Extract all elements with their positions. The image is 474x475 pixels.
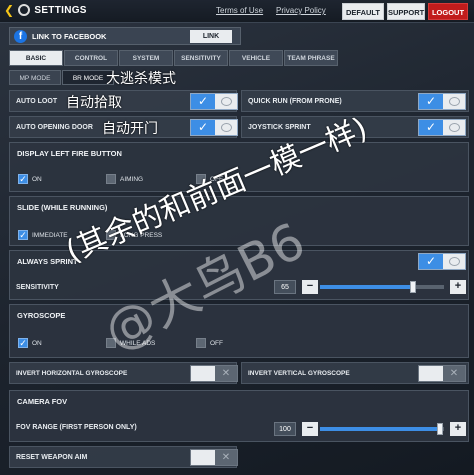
gyroscope-section: GYROSCOPE ✓ ON WHILE ADS OFF [9,304,469,358]
toggle-track [419,366,443,381]
gyro-option-on[interactable]: ✓ ON [18,338,42,348]
top-bar: ❮ SETTINGS Terms of Use Privacy Policy D… [0,0,474,23]
auto-door-toggle[interactable]: ✓ [190,119,238,136]
left-fire-option-on[interactable]: ✓ ON [18,174,42,184]
auto-loot-toggle[interactable]: ✓ [190,93,238,110]
sensitivity-plus-button[interactable]: + [450,280,466,294]
invert-horizontal-toggle[interactable]: ✕ [190,365,238,382]
facebook-icon: f [14,30,27,43]
toggle-track [191,366,215,381]
tab-team-phrase[interactable]: TEAM PHRASE [284,50,338,66]
logout-button[interactable]: LOGOUT [428,3,468,20]
always-sprint-title: ALWAYS SPRINT [17,257,78,266]
joystick-sprint-toggle[interactable]: ✓ [418,119,466,136]
mode-subtabs: MP MODE BR MODE [9,70,115,85]
sensitivity-slider[interactable]: 65 − + [274,280,466,294]
check-icon: ✓ [191,94,215,109]
check-icon: ✓ [18,338,28,348]
reset-weapon-aim-row: RESET WEAPON AIM ✕ [9,446,238,468]
support-button[interactable]: SUPPORT [387,3,425,20]
check-icon: ✓ [419,94,443,109]
sensitivity-label: SENSITIVITY [16,284,59,291]
default-button[interactable]: DEFAULT [342,3,384,20]
close-icon: ✕ [443,366,465,381]
sensitivity-thumb[interactable] [410,281,416,293]
toggle-track [191,450,215,465]
auto-door-label: AUTO OPENING DOOR [16,124,93,131]
fov-track[interactable] [320,423,444,435]
camera-fov-title: CAMERA FOV [17,397,68,406]
slide-title: SLIDE (WHILE RUNNING) [17,203,108,212]
quick-run-toggle[interactable]: ✓ [418,93,466,110]
check-icon: ✓ [18,230,28,240]
fov-plus-button[interactable]: + [450,422,466,436]
quick-run-label: QUICK RUN (FROM PRONE) [248,98,342,105]
settings-title[interactable]: ❮ SETTINGS [4,4,87,16]
fov-minus-button[interactable]: − [302,422,318,436]
toggle-knob [215,94,237,109]
settings-title-label: SETTINGS [34,4,87,16]
invert-horizontal-label: INVERT HORIZONTAL GYROSCOPE [16,370,128,377]
fov-fill [320,427,441,431]
tab-system[interactable]: SYSTEM [119,50,173,66]
invert-vertical-toggle[interactable]: ✕ [418,365,466,382]
reset-weapon-aim-toggle[interactable]: ✕ [190,449,238,466]
check-icon: ✓ [191,120,215,135]
auto-loot-row: AUTO LOOT ✓ [9,90,238,112]
facebook-link-button[interactable]: LINK [190,30,232,43]
terms-link[interactable]: Terms of Use [216,6,263,15]
tab-vehicle[interactable]: VEHICLE [229,50,283,66]
checkbox [106,174,116,184]
close-icon: ✕ [215,366,237,381]
reset-weapon-aim-label: RESET WEAPON AIM [16,454,88,461]
checkbox [196,338,206,348]
fov-thumb[interactable] [437,423,444,435]
gear-icon [18,4,31,16]
sensitivity-value: 65 [274,280,296,294]
tab-control[interactable]: CONTROL [64,50,118,66]
option-label: AIMING [120,175,144,183]
camera-fov-section: CAMERA FOV FOV RANGE (FIRST PERSON ONLY)… [9,390,469,442]
back-chevron-icon[interactable]: ❮ [4,4,14,16]
fov-slider[interactable]: 100 − + [274,422,466,436]
privacy-link[interactable]: Privacy Policy [276,6,326,15]
sensitivity-minus-button[interactable]: − [302,280,318,294]
toggle-knob [443,94,465,109]
checkbox [106,338,116,348]
close-icon: ✕ [215,450,237,465]
gyroscope-title: GYROSCOPE [17,311,66,320]
check-icon: ✓ [419,120,443,135]
fov-value: 100 [274,422,296,436]
toggle-knob [443,120,465,135]
facebook-link-bar: f LINK TO FACEBOOK LINK [9,27,241,45]
invert-vertical-row: INVERT VERTICAL GYROSCOPE ✕ [241,362,469,384]
invert-horizontal-row: INVERT HORIZONTAL GYROSCOPE ✕ [9,362,238,384]
annotation-auto-door: 自动开门 [102,121,158,137]
option-label: OFF [210,339,223,347]
gyro-option-while-ads[interactable]: WHILE ADS [106,338,155,348]
annotation-br-mode: 大逃杀模式 [106,71,176,87]
check-icon: ✓ [419,254,443,269]
option-label: ON [32,339,42,347]
left-fire-title: DISPLAY LEFT FIRE BUTTON [17,149,122,158]
left-fire-option-aiming[interactable]: AIMING [106,174,143,184]
check-icon: ✓ [18,174,28,184]
always-sprint-toggle[interactable]: ✓ [418,253,466,270]
sensitivity-track[interactable] [320,281,444,293]
settings-tabs: BASIC CONTROL SYSTEM SENSITIVITY VEHICLE… [9,50,339,66]
auto-loot-label: AUTO LOOT [16,98,58,105]
option-label: ON [32,175,42,183]
tab-sensitivity[interactable]: SENSITIVITY [174,50,228,66]
fov-range-label: FOV RANGE (FIRST PERSON ONLY) [16,424,137,431]
sensitivity-fill [320,285,413,289]
tab-basic[interactable]: BASIC [9,50,63,66]
option-label: WHILE ADS [120,339,156,347]
toggle-knob [215,120,237,135]
toggle-knob [443,254,465,269]
subtab-mp-mode[interactable]: MP MODE [9,70,61,85]
invert-vertical-label: INVERT VERTICAL GYROSCOPE [248,370,350,377]
facebook-label: LINK TO FACEBOOK [32,32,107,41]
gyro-option-off[interactable]: OFF [196,338,223,348]
annotation-auto-loot: 自动拾取 [66,95,122,111]
